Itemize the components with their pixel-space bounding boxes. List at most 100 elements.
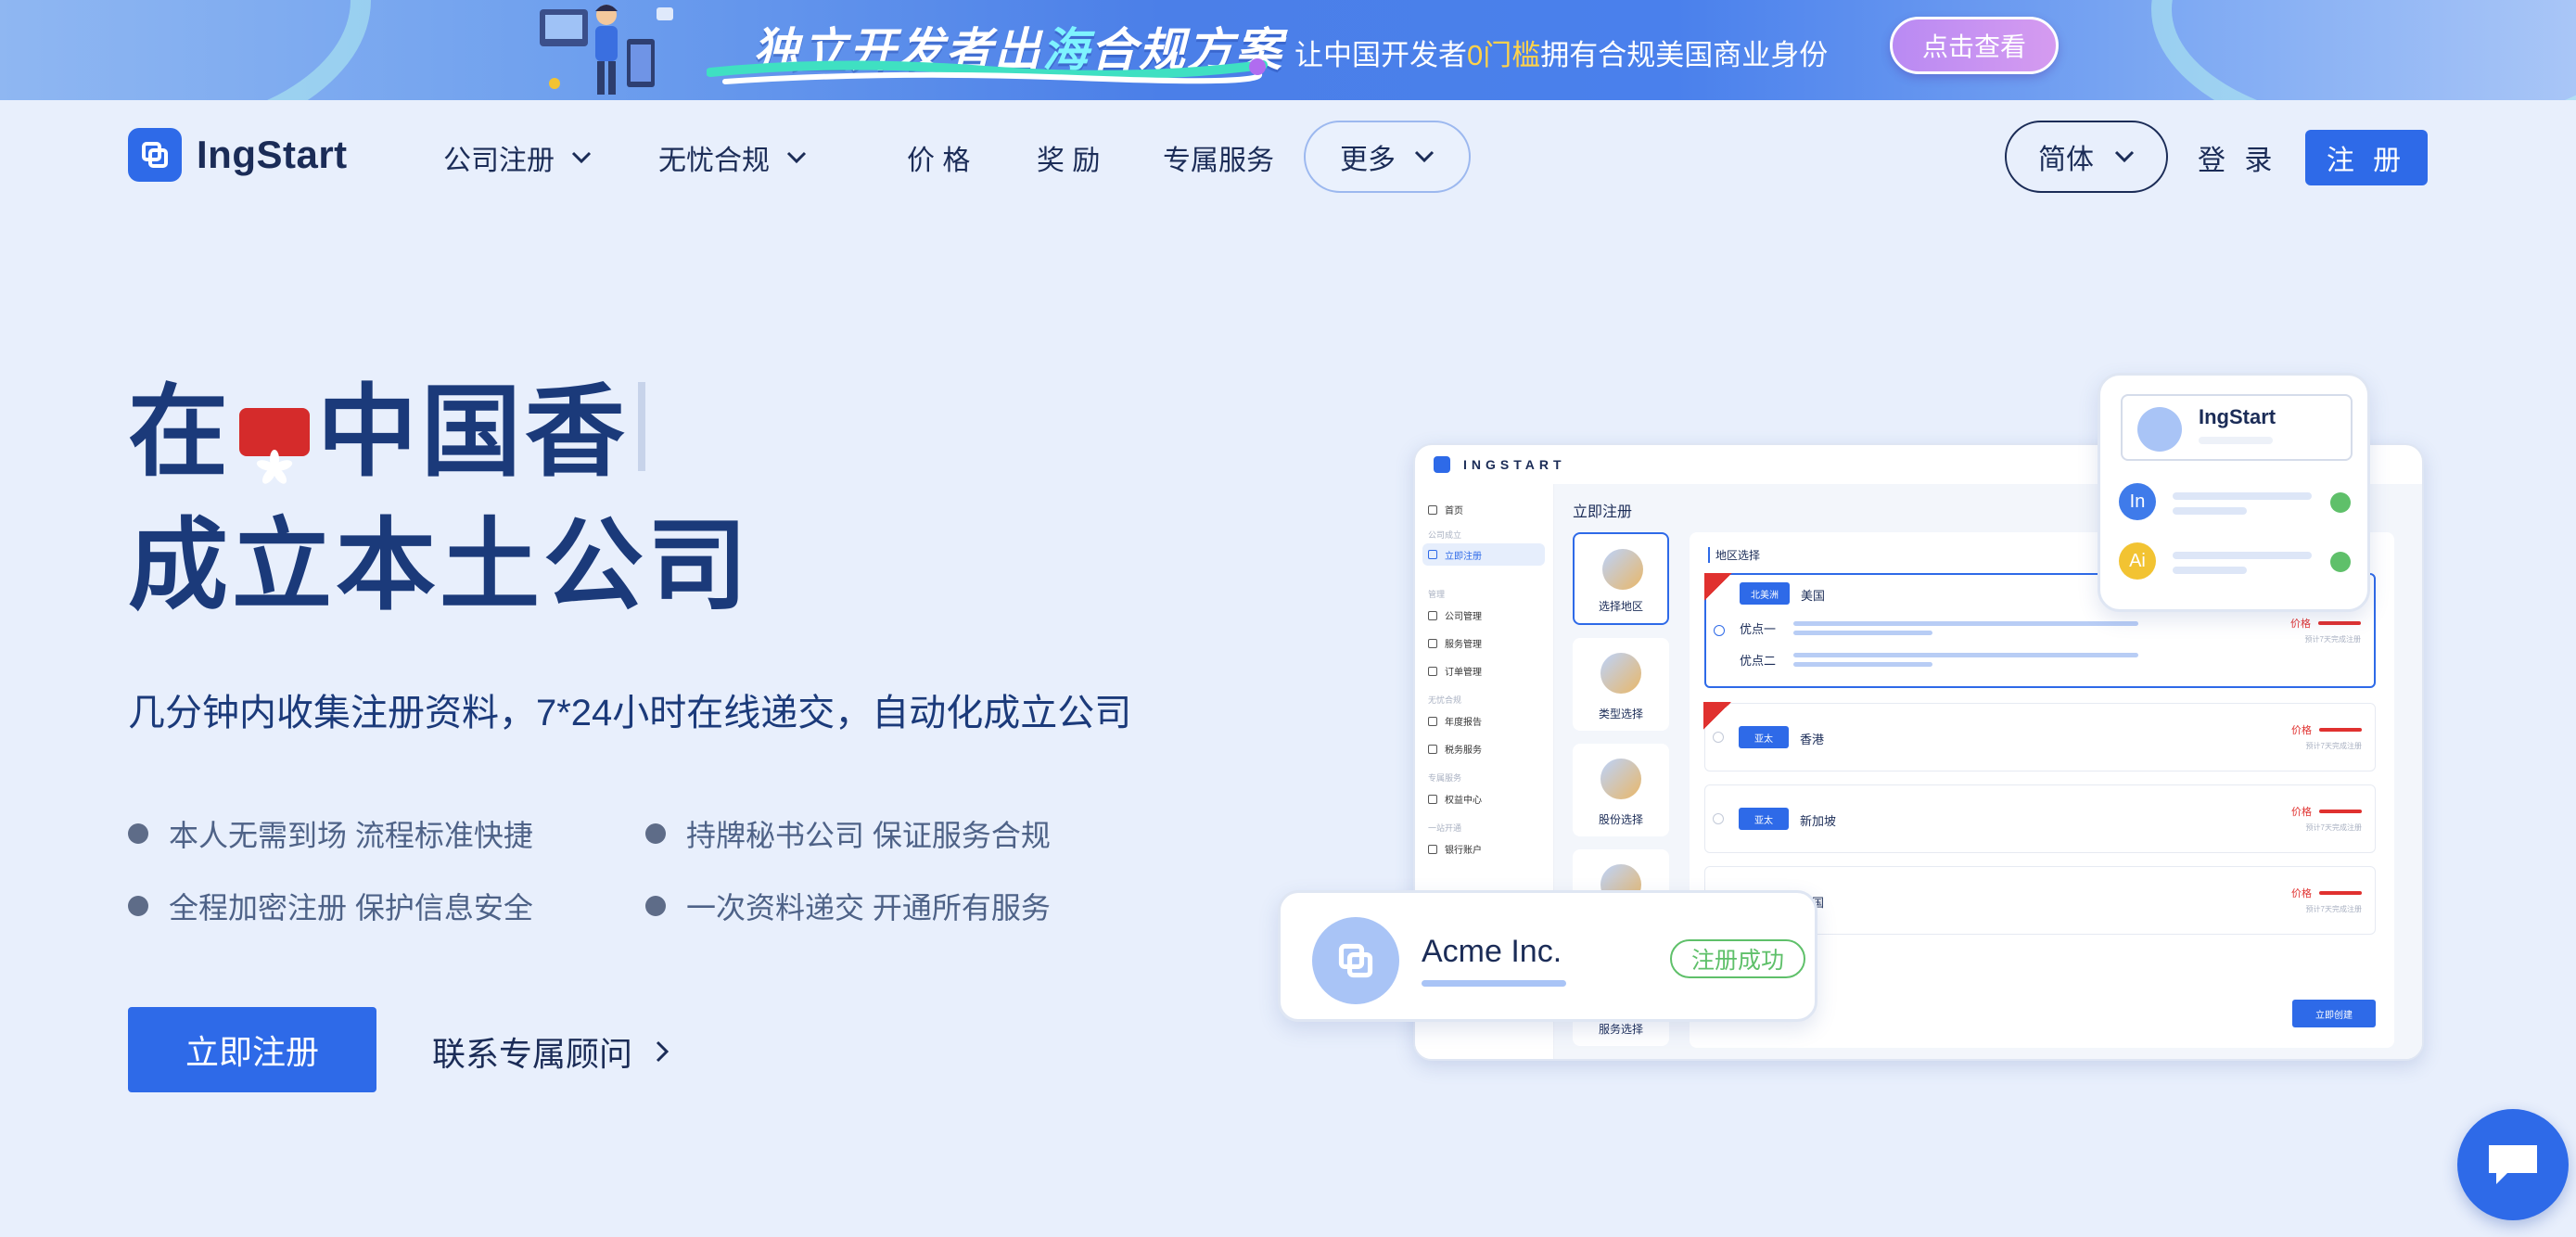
nav-rewards[interactable]: 奖 励 bbox=[1037, 137, 1100, 178]
hot-ribbon-icon bbox=[1703, 702, 1731, 730]
nav-label: 无忧合规 bbox=[658, 146, 770, 176]
nav-compliance[interactable]: 无忧合规 bbox=[658, 137, 807, 178]
nav-exclusive-service[interactable]: 专属服务 bbox=[1163, 137, 1274, 178]
registration-success-badge: 注册成功 bbox=[1670, 939, 1805, 978]
region-country: 美国 bbox=[1801, 589, 1826, 603]
placeholder-line bbox=[2173, 552, 2312, 559]
sidebar-group-label: 公司成立 bbox=[1428, 530, 1462, 540]
signup-button[interactable]: 注 册 bbox=[2305, 130, 2428, 185]
nav-more-dropdown[interactable]: 更多 bbox=[1304, 121, 1471, 193]
headline-text: 中国香 bbox=[317, 376, 630, 488]
promo-swoosh-decoration bbox=[707, 58, 1268, 84]
feature-text: 本人无需到场 流程标准快捷 bbox=[169, 819, 533, 852]
preview-brand: INGSTART bbox=[1463, 457, 1566, 472]
sidebar-label: 首页 bbox=[1445, 506, 1463, 516]
chevron-down-icon bbox=[1414, 150, 1435, 163]
sidebar-label: 年度报告 bbox=[1445, 718, 1482, 728]
price-note: 预计7天完成注册 bbox=[2304, 635, 2361, 644]
typing-caret bbox=[638, 382, 646, 471]
promo-view-button[interactable]: 点击查看 bbox=[1890, 17, 2059, 74]
globe-icon bbox=[1602, 549, 1643, 590]
brand-name: IngStart bbox=[197, 133, 348, 176]
placeholder-line bbox=[1793, 621, 2138, 626]
placeholder-line bbox=[1793, 653, 2138, 657]
banner-wave-decoration bbox=[0, 0, 371, 100]
check-circle-icon bbox=[2330, 492, 2351, 513]
sidebar-label: 订单管理 bbox=[1445, 668, 1482, 678]
sidebar-label: 银行账户 bbox=[1445, 846, 1482, 856]
feature-item: 本人无需到场 流程标准快捷 bbox=[128, 812, 533, 855]
price-label: 价格 bbox=[2291, 888, 2312, 899]
step-type: 类型选择 bbox=[1573, 638, 1669, 731]
sidebar-label: 公司管理 bbox=[1445, 612, 1482, 622]
price-note: 预计7天完成注册 bbox=[2305, 742, 2362, 750]
contact-advisor-label: 联系专属顾问 bbox=[432, 1035, 633, 1073]
price-bar bbox=[2319, 810, 2362, 813]
step-shares: 股份选择 bbox=[1573, 744, 1669, 836]
hot-ribbon-icon bbox=[1704, 573, 1732, 601]
chart-icon bbox=[1600, 759, 1641, 799]
radio-unselected bbox=[1713, 732, 1724, 743]
company-logo-icon bbox=[1312, 917, 1399, 1004]
hero-lead-text: 几分钟内收集注册资料，7*24小时在线递交，自动化成立公司 bbox=[128, 693, 1132, 733]
price-bar bbox=[2318, 621, 2361, 625]
sidebar-label: 服务管理 bbox=[1445, 640, 1482, 650]
language-selector[interactable]: 简体 bbox=[2005, 121, 2168, 193]
placeholder-line bbox=[2173, 492, 2312, 500]
radio-selected bbox=[1714, 625, 1725, 636]
developer-illustration bbox=[540, 5, 673, 95]
region-option-hk: 亚太 香港 价格 预计7天完成注册 bbox=[1703, 702, 2376, 772]
price-label: 价格 bbox=[2291, 725, 2312, 736]
sidebar-label: 权益中心 bbox=[1445, 796, 1482, 806]
placeholder-line bbox=[1793, 662, 1932, 667]
chevron-down-icon bbox=[2114, 150, 2135, 163]
bullet-icon bbox=[645, 896, 666, 916]
feature-item: 全程加密注册 保护信息安全 bbox=[128, 885, 533, 927]
feature-item: 持牌秘书公司 保证服务合规 bbox=[645, 812, 1051, 855]
feature-text: 一次资料递交 开通所有服务 bbox=[686, 891, 1051, 925]
chevron-down-icon bbox=[571, 151, 592, 164]
sidebar-item-tax: 税务服务 bbox=[1428, 742, 1482, 756]
tax-icon bbox=[1428, 744, 1437, 754]
user-icon bbox=[1428, 550, 1437, 559]
sidebar-group-label: 专属服务 bbox=[1428, 773, 1462, 783]
nav-company-registration[interactable]: 公司注册 bbox=[443, 137, 592, 178]
placeholder-line bbox=[1422, 980, 1566, 987]
step-label: 类型选择 bbox=[1598, 708, 1643, 721]
logo-mark-icon bbox=[128, 128, 182, 182]
register-now-button[interactable]: 立即注册 bbox=[128, 1007, 376, 1092]
sidebar-item-rights: 权益中心 bbox=[1428, 792, 1482, 806]
nav-pricing[interactable]: 价 格 bbox=[907, 137, 970, 178]
chat-support-button[interactable] bbox=[2457, 1109, 2569, 1220]
placeholder-line bbox=[2173, 567, 2247, 574]
bank-icon bbox=[1428, 844, 1437, 854]
sidebar-item-bank: 银行账户 bbox=[1428, 842, 1482, 856]
price-note: 预计7天完成注册 bbox=[2305, 823, 2362, 832]
chevron-right-icon bbox=[656, 1040, 670, 1063]
step-label: 选择地区 bbox=[1598, 600, 1643, 613]
preview-content-title: 立即注册 bbox=[1573, 504, 1633, 520]
logo-avatar-icon bbox=[2137, 407, 2182, 452]
sidebar-item-home: 首页 bbox=[1428, 503, 1463, 516]
brand-logo[interactable]: IngStart bbox=[128, 128, 348, 182]
region-tag: 亚太 bbox=[1739, 808, 1789, 830]
sidebar-item-company: 公司管理 bbox=[1428, 608, 1482, 622]
feature-text: 全程加密注册 保护信息安全 bbox=[169, 891, 533, 925]
headline-text: 在 bbox=[128, 376, 233, 488]
order-icon bbox=[1428, 666, 1437, 676]
account-card-header: IngStart bbox=[2121, 394, 2353, 461]
bullet-icon bbox=[128, 823, 148, 844]
folder-icon bbox=[1600, 653, 1641, 694]
step-label: 服务选择 bbox=[1598, 1023, 1643, 1036]
placeholder-line bbox=[2173, 507, 2247, 515]
sidebar-item-orders: 订单管理 bbox=[1428, 664, 1482, 678]
promo-banner[interactable]: 独立开发者出海合规方案 让中国开发者0门槛拥有合规美国商业身份 点击查看 bbox=[0, 0, 2576, 100]
check-circle-icon bbox=[2330, 552, 2351, 572]
login-link[interactable]: 登 录 bbox=[2198, 137, 2277, 178]
placeholder-line bbox=[2199, 437, 2273, 444]
contact-advisor-link[interactable]: 联系专属顾问 bbox=[432, 1027, 670, 1076]
price-label: 价格 bbox=[2291, 807, 2312, 818]
placeholder-line bbox=[1793, 631, 1932, 635]
sidebar-group-label: 管理 bbox=[1428, 590, 1446, 599]
feature-item: 一次资料递交 开通所有服务 bbox=[645, 885, 1051, 927]
